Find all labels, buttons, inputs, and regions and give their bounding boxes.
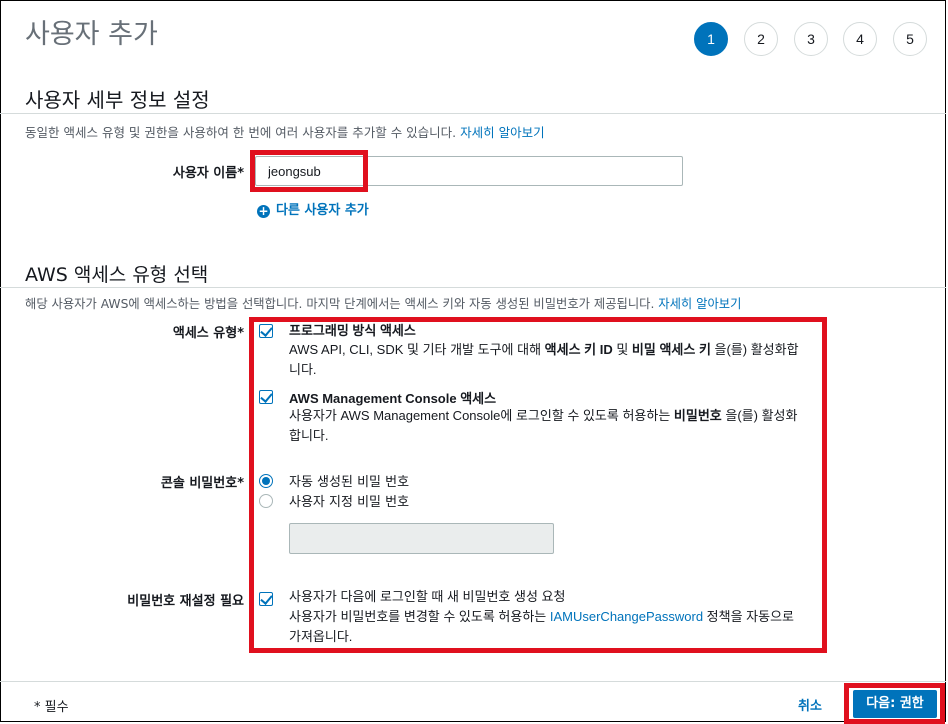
page-title: 사용자 추가 <box>25 19 158 50</box>
cancel-button[interactable]: 취소 <box>798 695 822 714</box>
learn-more-link[interactable]: 자세히 알아보기 <box>460 125 544 140</box>
footer-divider <box>0 681 946 682</box>
highlight-box-username <box>250 150 368 192</box>
step-3[interactable]: 3 <box>794 22 828 56</box>
required-note: * 필수 <box>34 700 69 715</box>
description-text: 동일한 액세스 유형 및 권한을 사용하여 한 번에 여러 사용자를 추가할 수… <box>25 125 461 140</box>
add-another-user-link[interactable]: + 다른 사용자 추가 <box>257 199 369 218</box>
user-details-title: 사용자 세부 정보 설정 <box>25 88 210 112</box>
description-text: 해당 사용자가 AWS에 액세스하는 방법을 선택합니다. 마지막 단계에서는 … <box>25 297 659 311</box>
step-1[interactable]: 1 <box>694 22 728 56</box>
highlight-box-next <box>844 683 945 724</box>
access-type-label: 액세스 유형* <box>172 326 244 341</box>
step-2[interactable]: 2 <box>744 22 778 56</box>
password-reset-label: 비밀번호 재설정 필요 <box>127 594 244 609</box>
learn-more-link[interactable]: 자세히 알아보기 <box>658 297 741 311</box>
access-type-description: 해당 사용자가 AWS에 액세스하는 방법을 선택합니다. 마지막 단계에서는 … <box>25 294 741 312</box>
username-label: 사용자 이름* <box>172 166 244 181</box>
highlight-box-access <box>249 317 827 653</box>
add-another-user-label: 다른 사용자 추가 <box>276 203 369 218</box>
section-divider <box>0 287 946 288</box>
access-type-title: AWS 액세스 유형 선택 <box>25 264 209 286</box>
step-4[interactable]: 4 <box>843 22 877 56</box>
console-password-label: 콘솔 비밀번호* <box>160 476 244 491</box>
user-details-description: 동일한 액세스 유형 및 권한을 사용하여 한 번에 여러 사용자를 추가할 수… <box>25 122 545 141</box>
step-5[interactable]: 5 <box>893 22 927 56</box>
plus-circle-icon: + <box>257 204 270 218</box>
section-divider <box>0 113 946 114</box>
